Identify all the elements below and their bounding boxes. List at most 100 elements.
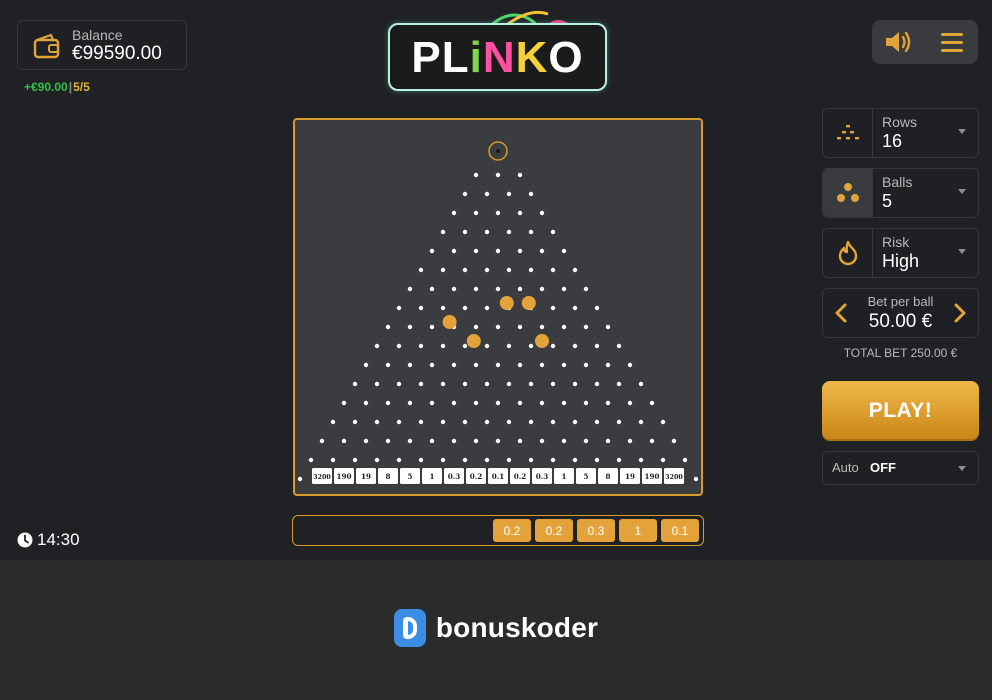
footer: bonuskoder [0, 560, 992, 700]
peg [495, 438, 501, 444]
peg [693, 476, 699, 482]
peg [528, 191, 534, 197]
peg [528, 419, 534, 425]
ball [499, 296, 514, 310]
peg [396, 419, 402, 425]
multiplier-label: 8 [385, 472, 390, 481]
peg [550, 381, 556, 387]
last-win-balls: 5/5 [73, 80, 90, 94]
peg [539, 248, 545, 254]
peg [418, 381, 424, 387]
peg [572, 267, 578, 273]
balance-panel: Balance €99590.00 [17, 20, 187, 70]
peg [440, 457, 446, 463]
sound-button[interactable] [872, 20, 925, 64]
multiplier-label: 0.1 [492, 472, 505, 481]
peg [374, 457, 380, 463]
peg [627, 400, 633, 406]
logo-letter: i [469, 33, 483, 82]
peg [506, 229, 512, 235]
chevron-down-icon [958, 129, 966, 134]
peg [418, 305, 424, 311]
peg [572, 343, 578, 349]
chevron-right-icon[interactable] [950, 302, 970, 324]
peg [506, 457, 512, 463]
peg [605, 324, 611, 330]
multiplier-label: 5 [407, 472, 412, 481]
multiplier-label: 190 [336, 472, 351, 481]
peg [594, 305, 600, 311]
clock-time: 14:30 [37, 530, 80, 549]
peg [462, 305, 468, 311]
multiplier-label: 19 [625, 472, 635, 481]
rows-selector[interactable]: Rows 16 [822, 108, 979, 158]
peg [484, 343, 490, 349]
peg [550, 343, 556, 349]
peg [429, 286, 435, 292]
peg [605, 362, 611, 368]
multiplier-label: 3200 [313, 473, 331, 481]
peg [484, 191, 490, 197]
peg [407, 324, 413, 330]
peg [583, 362, 589, 368]
hamburger-icon [940, 33, 963, 52]
top-controls [872, 20, 978, 64]
logo-letter: L [441, 33, 470, 82]
result-history: 0.2 0.2 0.3 1 0.1 [292, 515, 704, 546]
peg [473, 286, 479, 292]
auto-play-selector[interactable]: Auto OFF [822, 451, 979, 485]
risk-selector[interactable]: Risk High [822, 228, 979, 278]
peg [682, 457, 688, 463]
peg [385, 400, 391, 406]
peg [341, 438, 347, 444]
multiplier-label: 8 [605, 472, 610, 481]
chevron-down-icon [958, 249, 966, 254]
peg [550, 267, 556, 273]
logo-letters: PLiNKO [411, 33, 583, 82]
risk-value: High [882, 251, 920, 271]
ball [521, 296, 536, 310]
peg [363, 438, 369, 444]
peg [473, 248, 479, 254]
menu-button[interactable] [925, 20, 978, 64]
peg [561, 248, 567, 254]
peg [583, 400, 589, 406]
history-chip: 0.2 [493, 519, 531, 542]
peg [451, 362, 457, 368]
peg [506, 191, 512, 197]
peg [462, 267, 468, 273]
peg [539, 324, 545, 330]
footer-brand[interactable]: bonuskoder [393, 609, 598, 647]
peg [528, 381, 534, 387]
peg [396, 381, 402, 387]
peg [517, 248, 523, 254]
peg [473, 210, 479, 216]
auto-label: Auto [832, 460, 859, 475]
peg [594, 457, 600, 463]
peg [528, 343, 534, 349]
peg [638, 457, 644, 463]
multiplier-label: 5 [583, 472, 588, 481]
peg [539, 438, 545, 444]
wallet-icon [33, 33, 60, 59]
peg [561, 286, 567, 292]
peg [517, 172, 523, 178]
peg [462, 191, 468, 197]
balls-selector[interactable]: Balls 5 [822, 168, 979, 218]
peg [517, 438, 523, 444]
peg [440, 229, 446, 235]
multiplier-label: 1 [561, 472, 566, 481]
peg [385, 438, 391, 444]
peg [561, 362, 567, 368]
peg [605, 438, 611, 444]
rows-value: 16 [882, 131, 903, 151]
peg [330, 457, 336, 463]
game-area: Balance €99590.00 +€90.00|5/5 PLiNKO 320… [0, 0, 992, 560]
total-bet: TOTAL BET 250.00 € [843, 346, 958, 360]
play-button[interactable]: PLAY! [822, 381, 979, 441]
peg [583, 324, 589, 330]
flame-icon [838, 240, 857, 266]
peg [484, 229, 490, 235]
peg [407, 286, 413, 292]
peg [517, 324, 523, 330]
